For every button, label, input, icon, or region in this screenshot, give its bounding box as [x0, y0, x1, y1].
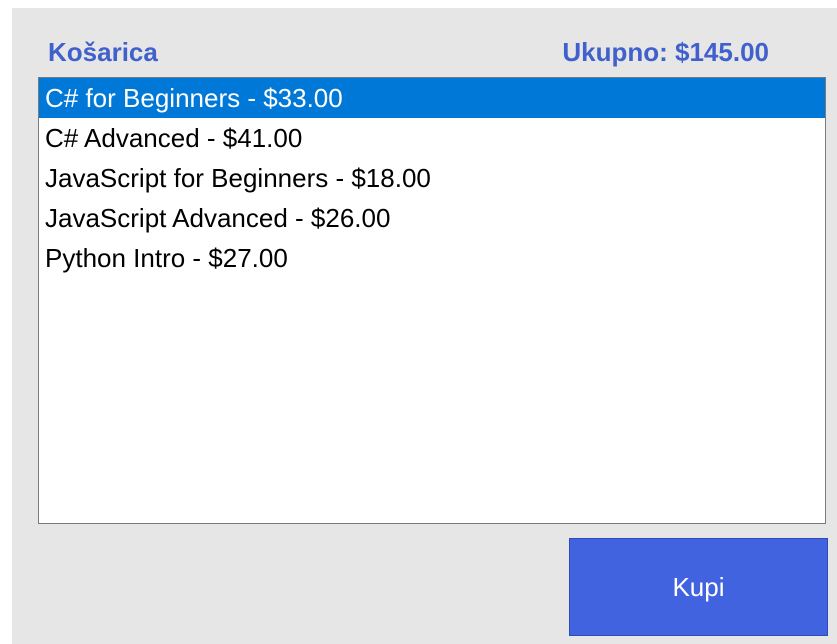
list-item[interactable]: JavaScript Advanced - $26.00: [39, 198, 825, 238]
list-item[interactable]: Python Intro - $27.00: [39, 238, 825, 278]
cart-title: Košarica: [48, 37, 158, 67]
list-item[interactable]: C# Advanced - $41.00: [39, 118, 825, 158]
cart-window: Košarica Ukupno: $145.00 C# for Beginner…: [12, 8, 837, 644]
list-item[interactable]: JavaScript for Beginners - $18.00: [39, 158, 825, 198]
buy-button[interactable]: Kupi: [569, 538, 828, 636]
cart-items-listbox[interactable]: C# for Beginners - $33.00 C# Advanced - …: [38, 77, 826, 524]
list-item[interactable]: C# for Beginners - $33.00: [39, 78, 825, 118]
cart-total: Ukupno: $145.00: [562, 37, 769, 67]
